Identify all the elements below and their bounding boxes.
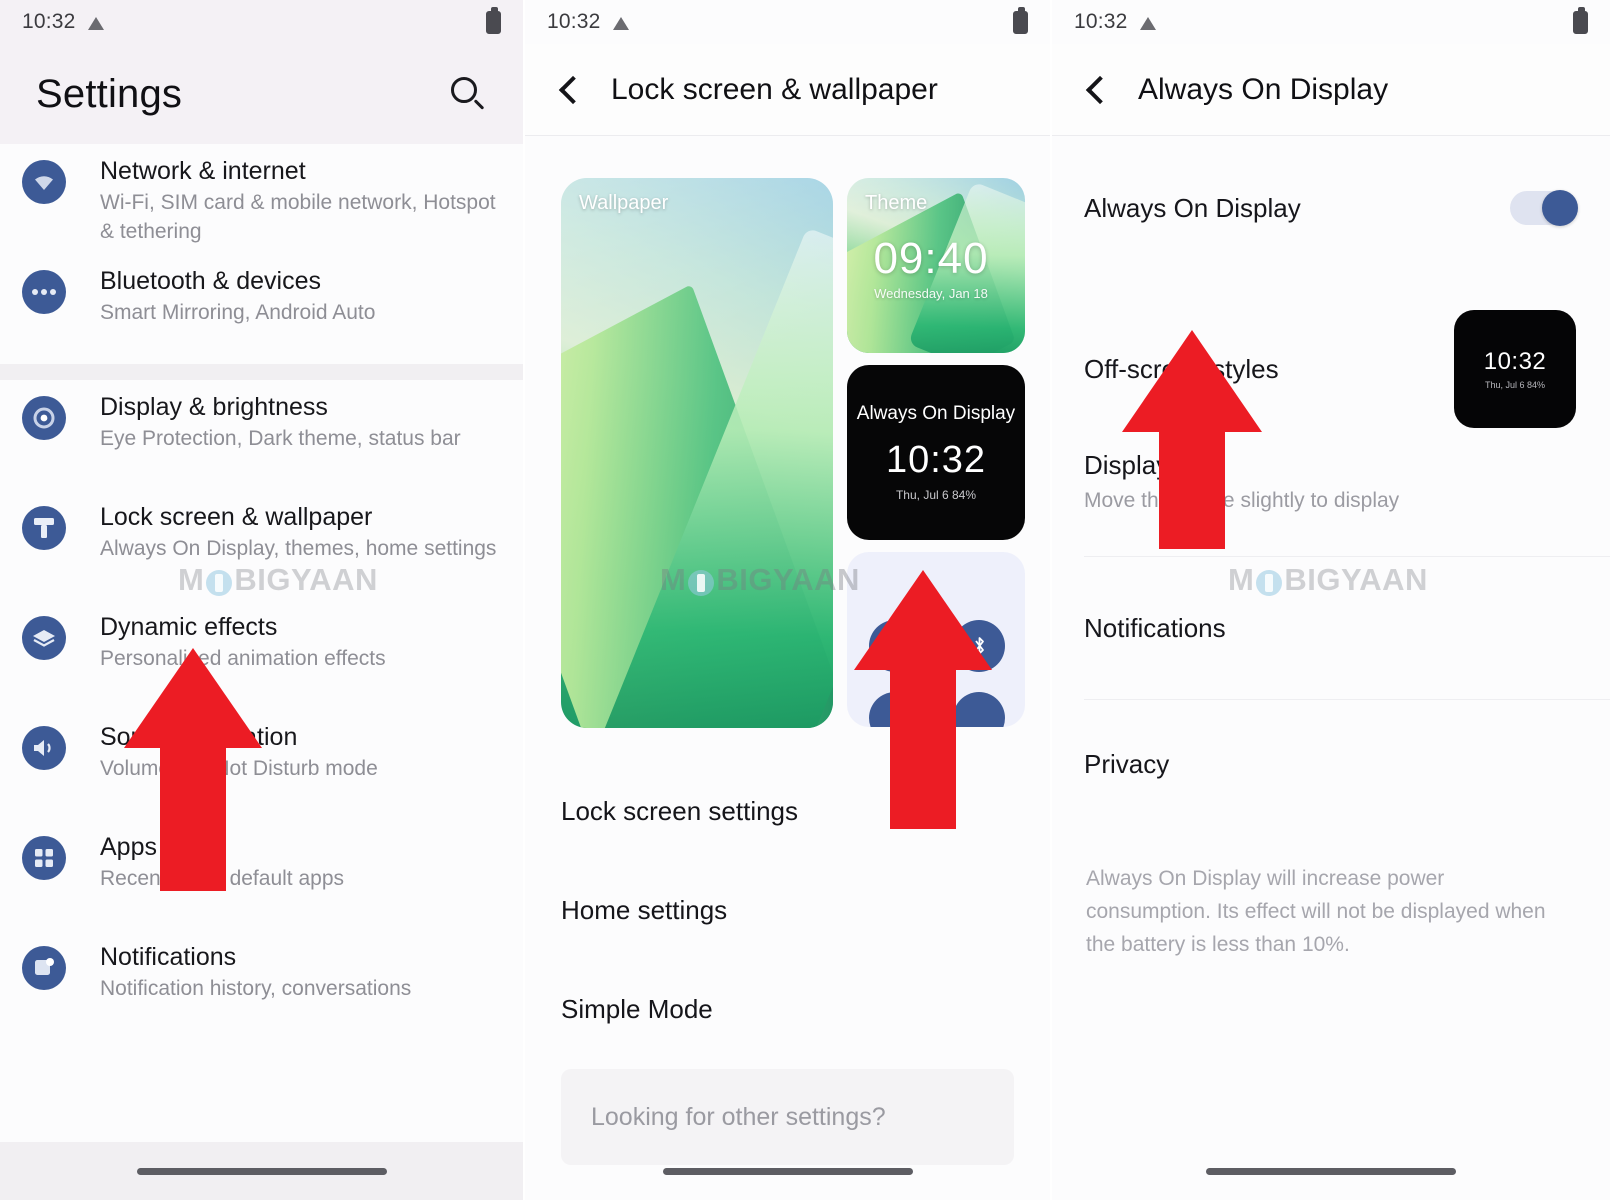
row-privacy[interactable]: Privacy [1052, 700, 1610, 828]
sound-vibration-icon [22, 726, 66, 770]
status-time: 10:32 [1074, 10, 1128, 33]
notifications-icon [22, 946, 66, 990]
battery-icon [1573, 6, 1588, 34]
sidebar-item-label: Display & brightness [100, 393, 328, 421]
battery-icon [1013, 6, 1028, 34]
sidebar-item-label: Lock screen & wallpaper [100, 503, 373, 531]
row-label: Simple Mode [561, 994, 713, 1024]
row-notifications[interactable]: Notifications [1052, 557, 1610, 699]
settings-list-group-1: Network & internet Wi-Fi, SIM card & mob… [0, 144, 523, 364]
page-title: Always On Display [1138, 72, 1389, 106]
row-label: Lock screen settings [561, 796, 799, 826]
row-home-settings[interactable]: Home settings [525, 861, 1050, 960]
lock-screen-wallpaper-icon [22, 506, 66, 550]
sidebar-item-notifications[interactable]: Notifications Notification history, conv… [0, 930, 523, 1040]
annotation-arrow-always-on-display [854, 570, 992, 829]
aod-footnote: Always On Display will increase power co… [1086, 867, 1546, 956]
sidebar-item-sublabel: Notification history, conversations [100, 977, 412, 1000]
row-always-on-display-toggle[interactable]: Always On Display [1052, 158, 1610, 258]
sidebar-item-label: Bluetooth & devices [100, 267, 321, 295]
triangle-signal-icon [612, 16, 629, 30]
theme-preview-card[interactable]: Theme 09:40 Wednesday, Jan 18 [847, 178, 1025, 353]
list-separator [0, 364, 523, 380]
sidebar-item-display-brightness[interactable]: Display & brightness Eye Protection, Dar… [0, 380, 523, 490]
status-bar-panel1: 10:32 Settings [0, 0, 523, 144]
gesture-nav-area [525, 1142, 1050, 1200]
thumb-date-battery: Thu, Jul 6 84% [1484, 380, 1546, 390]
page-title: Settings [36, 71, 183, 116]
aod-header: Always On Display [1052, 44, 1610, 136]
settings-header: Settings [0, 44, 523, 144]
lock-screen-header: Lock screen & wallpaper [525, 44, 1050, 136]
sidebar-item-lock-screen-wallpaper[interactable]: Lock screen & wallpaper Always On Displa… [0, 490, 523, 600]
sidebar-item-sublabel: Wi-Fi, SIM card & mobile network, Hotspo… [100, 191, 496, 243]
triangle-signal-icon [87, 16, 104, 30]
battery-icon [486, 6, 501, 34]
gesture-bar[interactable] [1206, 1167, 1456, 1175]
aod-date-battery: Thu, Jul 6 84% [895, 488, 977, 502]
sidebar-item-network-internet[interactable]: Network & internet Wi-Fi, SIM card & mob… [0, 144, 523, 254]
display-brightness-icon [22, 396, 66, 440]
card-label: Wallpaper [579, 192, 669, 214]
sidebar-item-sublabel: Always On Display, themes, home settings [100, 537, 497, 560]
card-label: Theme [865, 192, 928, 214]
row-simple-mode[interactable]: Simple Mode [525, 960, 1050, 1059]
search-placeholder: Looking for other settings? [591, 1102, 886, 1131]
triangle-signal-icon [1139, 16, 1156, 30]
sidebar-item-label: Network & internet [100, 157, 306, 185]
status-time: 10:32 [22, 10, 76, 33]
always-on-display-preview-card[interactable]: Always On Display 10:32 Thu, Jul 6 84% [847, 365, 1025, 540]
apps-icon [22, 836, 66, 880]
theme-clock-time: 09:40 [873, 234, 989, 283]
panel-settings-home: 10:32 Settings Network & internet Wi-Fi,… [0, 0, 525, 1200]
status-bar-panel2: 10:32 [525, 0, 1050, 44]
back-chevron-icon[interactable] [558, 75, 588, 104]
row-label: Home settings [561, 895, 728, 925]
page-title: Lock screen & wallpaper [611, 72, 938, 106]
bluetooth-devices-icon [22, 270, 66, 314]
toggle-knob [1542, 190, 1578, 226]
sidebar-item-label: Notifications [100, 943, 237, 971]
wifi-icon [22, 160, 66, 204]
card-label: Always On Display [856, 403, 1016, 424]
wallpaper-preview-card[interactable]: Wallpaper [561, 178, 833, 728]
annotation-arrow-off-screen-styles [1122, 330, 1262, 549]
three-panel-screenshot: 10:32 Settings Network & internet Wi-Fi,… [0, 0, 1612, 1200]
theme-clock: 09:40 Wednesday, Jan 18 [847, 234, 1015, 301]
annotation-arrow-lock-screen [124, 648, 262, 891]
sidebar-item-bluetooth-devices[interactable]: Bluetooth & devices Smart Mirroring, And… [0, 254, 523, 364]
status-bar-panel3: 10:32 [1052, 0, 1610, 44]
sidebar-item-sublabel: Smart Mirroring, Android Auto [100, 301, 376, 324]
wallpaper-artwork [561, 178, 833, 728]
gesture-nav-area [1052, 1142, 1610, 1200]
panel-always-on-display: 10:32 Always On Display Always On Displa… [1052, 0, 1610, 1200]
dynamic-effects-icon [22, 616, 66, 660]
search-icon[interactable] [449, 75, 487, 113]
row-label: Always On Display [1084, 192, 1301, 223]
sidebar-item-label: Dynamic effects [100, 613, 278, 641]
row-label: Notifications [1084, 612, 1226, 643]
panel-lock-screen-wallpaper: 10:32 Lock screen & wallpaper Wallpaper … [525, 0, 1052, 1200]
off-screen-style-thumbnail[interactable]: 10:32 Thu, Jul 6 84% [1454, 310, 1576, 428]
status-time: 10:32 [547, 10, 601, 33]
always-on-display-toggle[interactable] [1510, 190, 1578, 226]
gesture-bar[interactable] [662, 1167, 913, 1175]
back-chevron-icon[interactable] [1085, 75, 1115, 104]
gesture-nav-area [0, 1142, 523, 1200]
thumb-time: 10:32 [1483, 348, 1547, 375]
gesture-bar[interactable] [136, 1167, 387, 1175]
aod-time: 10:32 [885, 439, 987, 481]
sidebar-item-sublabel: Eye Protection, Dark theme, status bar [100, 427, 461, 450]
row-label: Privacy [1084, 748, 1170, 779]
theme-clock-date: Wednesday, Jan 18 [874, 286, 988, 301]
